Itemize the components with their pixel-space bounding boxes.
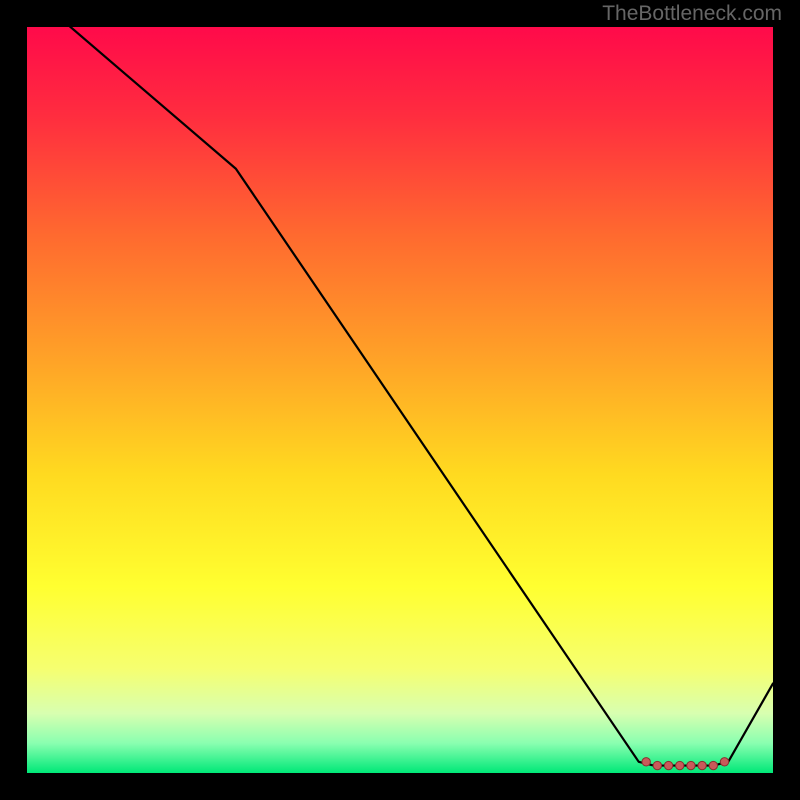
chart-plot-area (27, 27, 773, 773)
chart-marker (698, 761, 706, 769)
chart-marker (653, 761, 661, 769)
chart-marker (642, 758, 650, 766)
chart-marker (709, 761, 717, 769)
chart-marker (720, 758, 728, 766)
attribution-text: TheBottleneck.com (602, 2, 782, 26)
chart-marker (676, 761, 684, 769)
chart-svg (27, 27, 773, 773)
chart-background (27, 27, 773, 773)
chart-marker (664, 761, 672, 769)
chart-marker (687, 761, 695, 769)
